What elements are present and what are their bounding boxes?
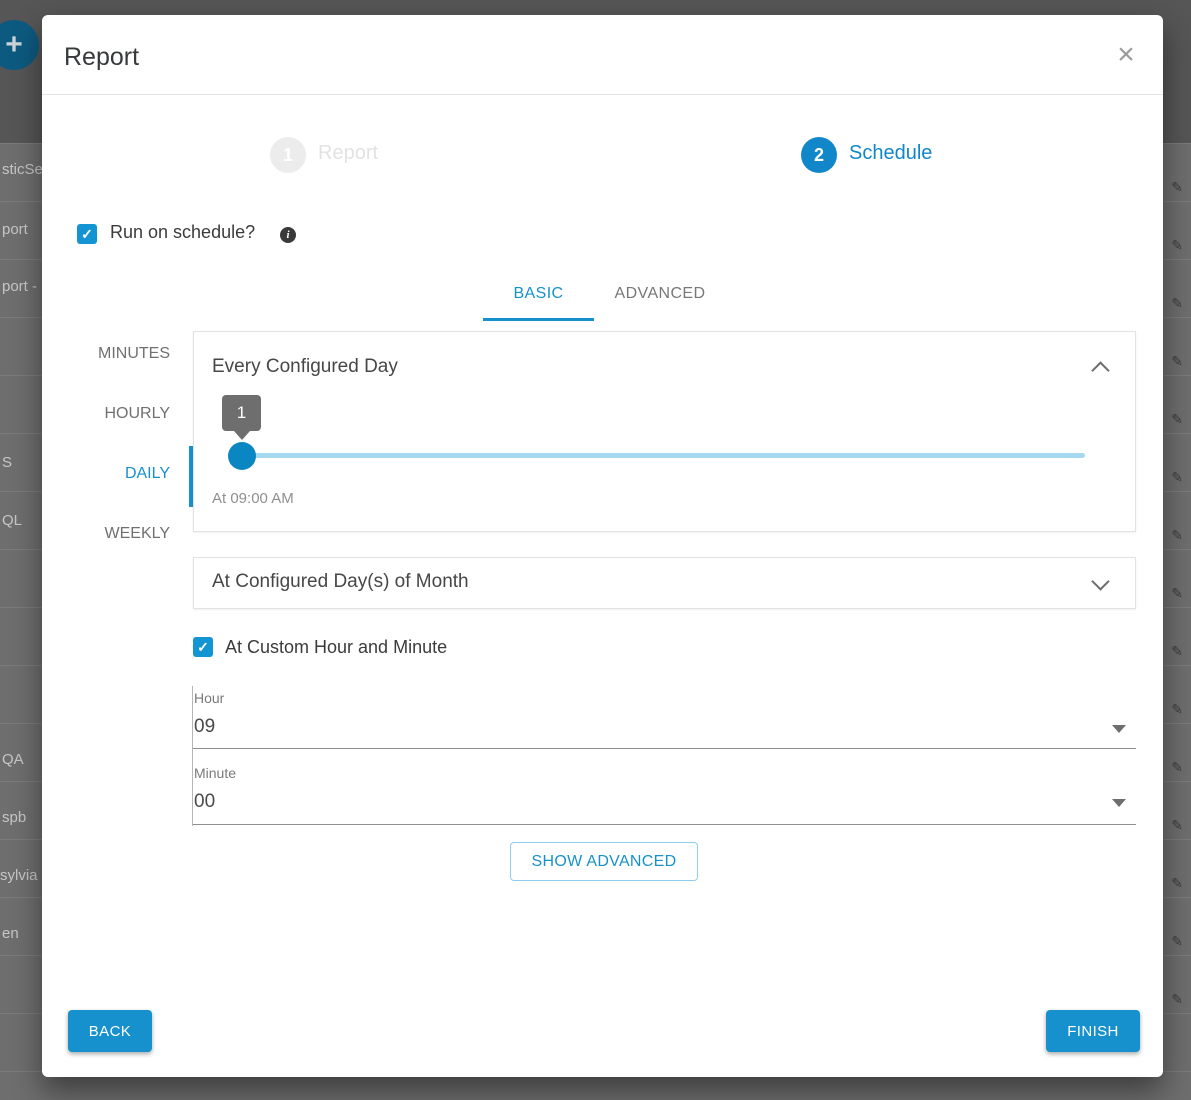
edit-pencil-icon: ✎: [1171, 854, 1183, 912]
panel-title: At Configured Day(s) of Month: [212, 571, 469, 593]
bg-row-label: sticSe: [2, 160, 43, 180]
edit-pencil-icon: ✎: [1171, 796, 1183, 854]
edit-pencil-icon: ✎: [1171, 564, 1183, 622]
edit-pencil-icon: ✎: [1171, 970, 1183, 1028]
hour-select-value[interactable]: 09: [194, 716, 215, 738]
step-schedule[interactable]: 2 Schedule: [801, 137, 837, 173]
minute-select-caret-icon[interactable]: [1112, 799, 1126, 807]
modal-title: Report: [64, 43, 139, 72]
minute-select-value[interactable]: 00: [194, 791, 215, 813]
panel-title: Every Configured Day: [212, 356, 398, 378]
bg-row-label: QA: [2, 750, 24, 770]
background-edit-icons: ✎✎✎✎✎✎✎✎✎✎✎✎✎✎✎: [1171, 158, 1183, 1028]
bg-row-label: sylvia: [0, 866, 38, 886]
edit-pencil-icon: ✎: [1171, 738, 1183, 796]
schedule-type-minutes[interactable]: MINUTES: [52, 345, 170, 363]
schedule-type-daily[interactable]: DAILY: [52, 465, 170, 483]
day-slider-handle[interactable]: [228, 442, 256, 470]
bg-row-label: port -: [2, 277, 37, 297]
step-label: Report: [318, 142, 378, 165]
fields-left-border: [192, 686, 193, 826]
finish-button[interactable]: FINISH: [1046, 1010, 1140, 1052]
report-modal: Report × 1 Report 2 Schedule ✓ Run on sc…: [42, 15, 1163, 1077]
modal-header: Report ×: [42, 15, 1163, 95]
edit-pencil-icon: ✎: [1171, 390, 1183, 448]
minute-field-underline: [193, 824, 1136, 825]
hour-field-underline: [193, 748, 1136, 749]
step-label: Schedule: [849, 142, 932, 165]
day-slider-track[interactable]: [242, 453, 1085, 458]
run-on-schedule-label: Run on schedule?: [110, 222, 255, 243]
active-tab-underline: [483, 318, 594, 321]
info-icon[interactable]: i: [280, 227, 296, 243]
step-number: 2: [801, 137, 837, 173]
tab-advanced[interactable]: ADVANCED: [608, 285, 712, 303]
hour-field-label: Hour: [194, 690, 224, 706]
edit-pencil-icon: ✎: [1171, 332, 1183, 390]
schedule-type-hourly[interactable]: HOURLY: [52, 405, 170, 423]
hour-select-caret-icon[interactable]: [1112, 725, 1126, 733]
tab-basic[interactable]: BASIC: [483, 285, 594, 303]
checkmark-icon: ✓: [197, 639, 209, 656]
slider-caption: At 09:00 AM: [212, 490, 294, 507]
show-advanced-button[interactable]: SHOW ADVANCED: [510, 842, 698, 881]
edit-pencil-icon: ✎: [1171, 912, 1183, 970]
edit-pencil-icon: ✎: [1171, 158, 1183, 216]
schedule-type-weekly[interactable]: WEEKLY: [52, 525, 170, 543]
back-button[interactable]: BACK: [68, 1010, 152, 1052]
checkmark-icon: ✓: [81, 226, 93, 243]
run-on-schedule-checkbox[interactable]: ✓: [77, 224, 97, 244]
edit-pencil-icon: ✎: [1171, 622, 1183, 680]
edit-pencil-icon: ✎: [1171, 506, 1183, 564]
bg-row-label: spb: [2, 808, 26, 828]
configured-days-of-month-panel[interactable]: At Configured Day(s) of Month: [193, 557, 1136, 609]
custom-hour-minute-checkbox[interactable]: ✓: [193, 637, 213, 657]
chevron-down-icon: [1091, 572, 1109, 590]
edit-pencil-icon: ✎: [1171, 680, 1183, 738]
bg-row-label: en: [2, 924, 19, 944]
step-report[interactable]: 1 Report: [270, 137, 306, 173]
minute-field-label: Minute: [194, 765, 236, 781]
bg-row-label: S: [2, 453, 12, 473]
edit-pencil-icon: ✎: [1171, 216, 1183, 274]
edit-pencil-icon: ✎: [1171, 448, 1183, 506]
every-configured-day-panel[interactable]: Every Configured Day 1 At 09:00 AM: [193, 331, 1136, 532]
bg-row-label: QL: [2, 511, 22, 531]
edit-pencil-icon: ✎: [1171, 274, 1183, 332]
slider-value-tooltip: 1: [222, 395, 261, 431]
step-number: 1: [270, 137, 306, 173]
close-icon[interactable]: ×: [1110, 39, 1142, 71]
custom-hour-minute-label: At Custom Hour and Minute: [225, 637, 447, 658]
bg-row-label: port: [2, 220, 28, 240]
chevron-up-icon: [1091, 361, 1109, 379]
